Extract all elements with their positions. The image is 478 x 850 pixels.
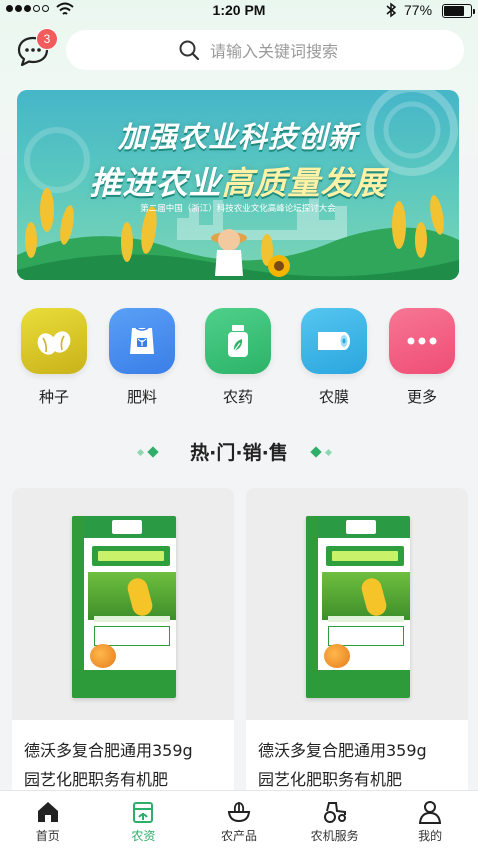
tab-label: 我的	[418, 829, 443, 843]
tab-label: 农资	[131, 829, 156, 843]
product-card[interactable]: 德沃多复合肥通用359g 园艺化肥职务有机肥	[246, 488, 468, 808]
product-image	[246, 488, 468, 720]
banner-subtitle: 第二届中国（浙江）科技农业文化高峰论坛探讨大会	[140, 204, 336, 214]
category-label: 农药	[222, 388, 253, 406]
section-title: 热·门·销·售	[190, 442, 288, 464]
tab-home[interactable]: 首页	[0, 791, 96, 850]
search-placeholder: 请输入关键词搜索	[210, 42, 339, 61]
fertilizer-bag-icon	[109, 308, 175, 374]
banner-title-line2-highlight: 高质量发展	[221, 164, 387, 202]
banner-title-line2: 推进农业高质量发展	[17, 158, 459, 204]
more-dots-icon	[389, 308, 455, 374]
product-title-line1: 德沃多复合肥通用359g	[258, 741, 427, 760]
product-image	[12, 488, 234, 720]
category-seed[interactable]: 种子	[21, 308, 87, 407]
section-decoration-right	[310, 446, 333, 458]
category-film[interactable]: 农膜	[301, 308, 367, 407]
category-label: 肥料	[126, 388, 157, 406]
seed-icon	[21, 308, 87, 374]
category-fertilizer[interactable]: 肥料	[109, 308, 175, 407]
tab-farm-supply[interactable]: 农资	[96, 791, 192, 850]
category-label: 农膜	[318, 388, 349, 406]
status-bar: 1:20 PM 77%	[0, 0, 478, 22]
tab-label: 农机服务	[310, 829, 359, 843]
fertilizer-bag-image	[72, 516, 176, 698]
message-count-badge: 3	[36, 28, 58, 50]
search-icon	[179, 40, 200, 61]
product-title: 德沃多复合肥通用359g 园艺化肥职务有机肥	[12, 720, 234, 794]
tab-machinery-service[interactable]: 农机服务	[287, 791, 383, 850]
tractor-icon	[323, 802, 346, 823]
farm-supply-icon	[133, 802, 154, 823]
bottom-tab-bar: 首页 农资 农产品 农机服务 我的	[0, 790, 478, 850]
banner-title-line2-part1: 推进农业	[89, 164, 222, 202]
battery-icon	[442, 4, 475, 18]
banner-title-line1: 加强农业科技创新	[117, 120, 358, 154]
profile-icon	[419, 801, 442, 824]
film-roll-icon	[301, 308, 367, 374]
category-label: 更多	[406, 388, 437, 406]
fertilizer-bag-image	[306, 516, 410, 698]
category-grid: 种子 肥料 农药 农膜 更多	[0, 308, 478, 408]
tab-produce[interactable]: 农产品	[191, 791, 287, 850]
category-label: 种子	[38, 388, 69, 406]
battery-percent: 77%	[404, 2, 433, 18]
category-more[interactable]: 更多	[389, 308, 455, 407]
produce-icon	[227, 802, 251, 823]
product-card[interactable]: 德沃多复合肥通用359g 园艺化肥职务有机肥	[12, 488, 234, 808]
search-input[interactable]: 请输入关键词搜索	[66, 30, 464, 70]
pesticide-bottle-icon	[205, 308, 271, 374]
bluetooth-icon	[386, 2, 397, 18]
tab-label: 农产品	[220, 829, 257, 843]
promo-banner[interactable]: 加强农业科技创新 推进农业高质量发展 第二届中国（浙江）科技农业文化高峰论坛探讨…	[17, 90, 459, 280]
product-title-line1: 德沃多复合肥通用359g	[24, 741, 193, 760]
product-title: 德沃多复合肥通用359g 园艺化肥职务有机肥	[246, 720, 468, 794]
category-pesticide[interactable]: 农药	[205, 308, 271, 407]
home-icon	[37, 802, 58, 822]
tab-label: 首页	[35, 829, 60, 843]
tab-profile[interactable]: 我的	[382, 791, 478, 850]
